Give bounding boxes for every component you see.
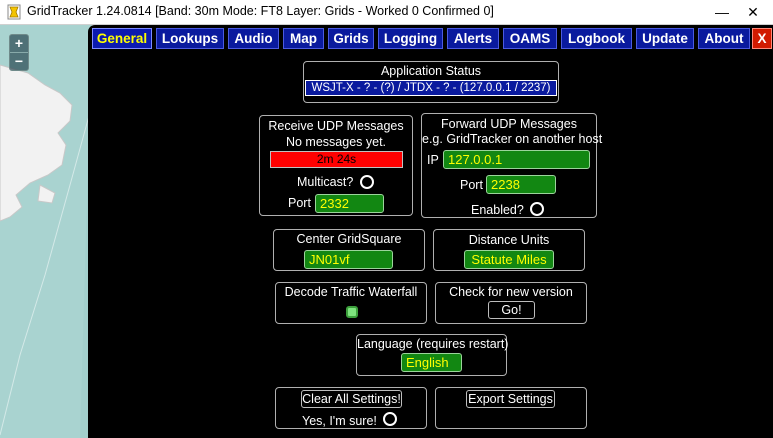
check-version-title: Check for new version — [449, 285, 573, 299]
zoom-out-button[interactable]: − — [10, 52, 28, 70]
window-title: GridTracker 1.24.0814 [Band: 30m Mode: F… — [27, 4, 494, 18]
decode-waterfall-box: Decode Traffic Waterfall — [275, 282, 427, 324]
forward-enabled-label: Enabled? — [471, 203, 524, 217]
title-bar: GridTracker 1.24.0814 [Band: 30m Mode: F… — [0, 0, 773, 25]
close-window-button[interactable]: ✕ — [743, 2, 763, 22]
forward-port-input[interactable]: 2238 — [486, 175, 556, 194]
tab-general[interactable]: General — [92, 28, 152, 49]
distance-units-box: Distance Units Statute Miles — [433, 229, 585, 271]
tab-audio[interactable]: Audio — [228, 28, 279, 49]
receive-udp-status: No messages yet. — [285, 135, 387, 149]
check-version-box: Check for new version Go! — [435, 282, 587, 324]
language-box: Language (requires restart) English — [356, 334, 509, 376]
center-gridsquare-title: Center GridSquare — [296, 232, 402, 246]
map-zoom-control: + − — [9, 34, 29, 71]
decode-waterfall-title: Decode Traffic Waterfall — [284, 285, 418, 299]
minimize-button[interactable]: — — [712, 2, 732, 22]
zoom-in-button[interactable]: + — [10, 35, 28, 52]
application-status-box: Application Status WSJT-X - ? - (?) / JT… — [303, 61, 559, 103]
export-settings-box: Export Settings — [435, 387, 587, 429]
forward-udp-title: Forward UDP Messages — [441, 117, 577, 131]
language-title: Language (requires restart) — [357, 337, 509, 351]
clear-all-settings-button[interactable]: Clear All Settings! — [301, 390, 402, 408]
map-land-shapes — [0, 25, 92, 438]
forward-ip-label: IP — [427, 153, 439, 167]
export-settings-button[interactable]: Export Settings — [466, 390, 555, 408]
tab-logging[interactable]: Logging — [378, 28, 443, 49]
tab-lookups[interactable]: Lookups — [156, 28, 224, 49]
language-select[interactable]: English — [401, 353, 462, 372]
tab-close[interactable]: X — [752, 28, 772, 49]
receive-udp-box: Receive UDP Messages No messages yet. 2m… — [259, 115, 413, 216]
clear-confirm-checkbox[interactable] — [383, 412, 397, 426]
tab-map[interactable]: Map — [283, 28, 324, 49]
tab-update[interactable]: Update — [636, 28, 694, 49]
app-icon — [7, 4, 21, 20]
forward-udp-subtitle: e.g. GridTracker on another host — [422, 132, 603, 146]
tab-oams[interactable]: OAMS — [503, 28, 557, 49]
application-status-title: Application Status — [380, 64, 482, 78]
center-gridsquare-box: Center GridSquare JN01vf — [273, 229, 425, 271]
clear-settings-box: Clear All Settings! Yes, I'm sure! — [275, 387, 427, 429]
forward-enabled-checkbox[interactable] — [530, 202, 544, 216]
tab-about[interactable]: About — [698, 28, 750, 49]
clear-confirm-label: Yes, I'm sure! — [302, 414, 377, 428]
decode-waterfall-checkbox[interactable] — [346, 306, 358, 318]
center-gridsquare-input[interactable]: JN01vf — [304, 250, 393, 269]
receive-udp-timer: 2m 24s — [270, 151, 403, 168]
distance-units-select[interactable]: Statute Miles — [464, 250, 554, 269]
tab-alerts[interactable]: Alerts — [447, 28, 499, 49]
forward-udp-box: Forward UDP Messages e.g. GridTracker on… — [421, 113, 603, 218]
receive-udp-title: Receive UDP Messages — [268, 119, 404, 133]
map-view[interactable]: + − — [0, 25, 92, 438]
receive-port-input[interactable]: 2332 — [315, 194, 384, 213]
forward-port-label: Port — [460, 178, 483, 192]
tab-grids[interactable]: Grids — [328, 28, 374, 49]
tab-logbook[interactable]: Logbook — [561, 28, 632, 49]
distance-units-title: Distance Units — [468, 233, 550, 247]
multicast-label: Multicast? — [297, 175, 354, 189]
check-version-go-button[interactable]: Go! — [488, 301, 535, 319]
receive-port-label: Port — [288, 196, 311, 210]
forward-ip-input[interactable]: 127.0.0.1 — [443, 150, 590, 169]
application-status-value: WSJT-X - ? - (?) / JTDX - ? - (127.0.0.1… — [305, 80, 557, 96]
multicast-checkbox[interactable] — [360, 175, 374, 189]
